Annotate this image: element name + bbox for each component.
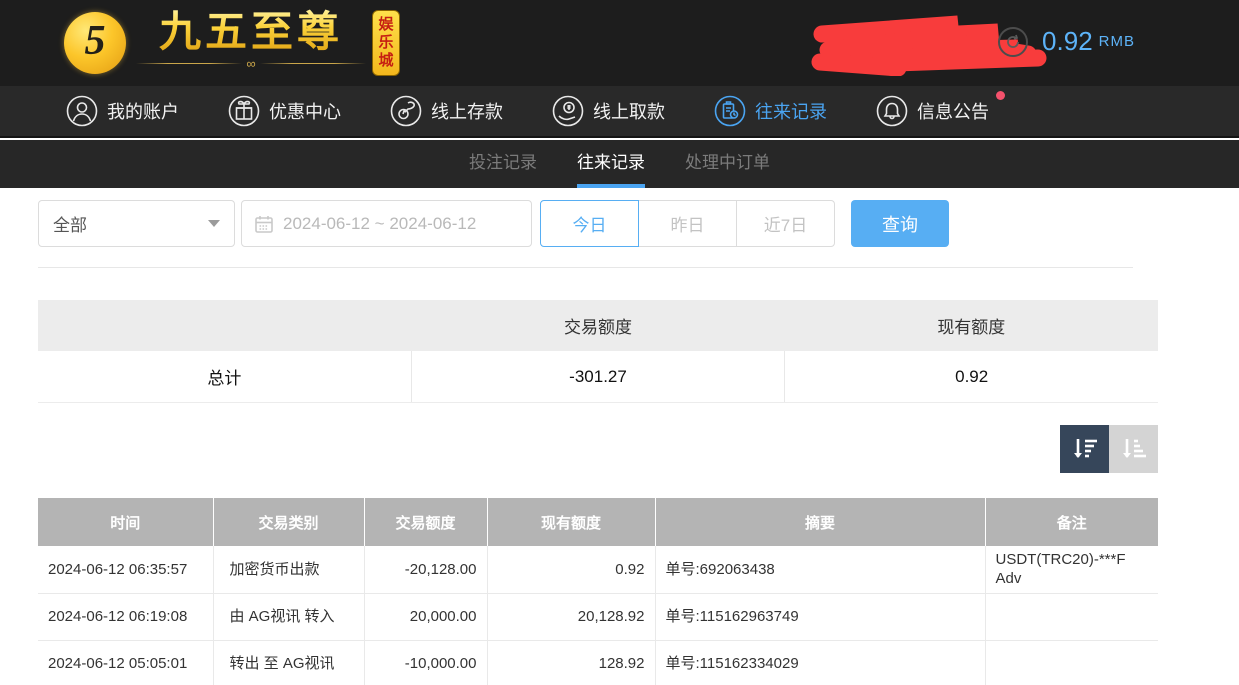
withdraw-icon (552, 95, 584, 127)
tab-bet-records[interactable]: 投注记录 (469, 140, 537, 188)
col-header-amount: 交易额度 (364, 498, 487, 546)
brand-badge: 娱 乐 城 (372, 10, 400, 76)
summary-total-label: 总计 (38, 351, 412, 402)
sort-ascending-icon (1119, 434, 1149, 464)
date-range-picker[interactable]: 2024-06-12 ~ 2024-06-12 (241, 200, 532, 247)
brand-logo[interactable]: 5 九五至尊 ∞ 娱 乐 城 (64, 8, 400, 76)
table-row: 2024-06-12 05:05:01 转出 至 AG视讯 -10,000.00… (38, 640, 1158, 685)
summary-trade-amount: -301.27 (412, 351, 786, 402)
main-nav: 我的账户 优惠中心 线上存款 线上取款 (0, 86, 1239, 138)
cell-summary: 单号:115162334029 (655, 640, 985, 685)
nav-item-withdraw[interactable]: 线上取款 (552, 95, 665, 127)
type-select[interactable]: 全部 (38, 200, 235, 247)
cell-remark (985, 593, 1158, 640)
user-icon (66, 95, 98, 127)
tab-pending-orders[interactable]: 处理中订单 (685, 140, 770, 188)
divider (38, 267, 1133, 268)
date-range-value: 2024-06-12 ~ 2024-06-12 (283, 214, 476, 234)
cell-time: 2024-06-12 06:35:57 (38, 546, 213, 593)
sort-ascending-button[interactable] (1109, 425, 1158, 473)
filter-bar: 全部 2024-06-12 ~ 2024-06-12 今日 昨日 近7日 查询 (38, 200, 949, 247)
transactions-table: 时间 交易类别 交易额度 现有额度 摘要 备注 2024-06-12 06:35… (38, 498, 1158, 685)
notification-dot (996, 91, 1005, 100)
logo-monogram-icon: 5 (64, 12, 126, 74)
cell-type: 转出 至 AG视讯 (213, 640, 364, 685)
summary-header-current-balance: 现有额度 (785, 300, 1158, 351)
cell-remark (985, 640, 1158, 685)
cell-time: 2024-06-12 05:05:01 (38, 640, 213, 685)
top-header: 5 九五至尊 ∞ 娱 乐 城 (0, 0, 1239, 86)
nav-label: 信息公告 (917, 98, 989, 124)
gift-icon (228, 95, 260, 127)
search-button[interactable]: 查询 (851, 200, 949, 247)
cell-summary: 单号:115162963749 (655, 593, 985, 640)
col-header-summary: 摘要 (655, 498, 985, 546)
balance-amount: 0.92 (1042, 26, 1093, 57)
sort-descending-button[interactable] (1060, 425, 1109, 473)
nav-label: 线上取款 (593, 98, 665, 124)
balance-display: 0.92 RMB (998, 26, 1135, 57)
cell-amount: -20,128.00 (364, 546, 487, 593)
cell-summary: 单号:692063438 (655, 546, 985, 593)
summary-header-empty (38, 300, 411, 351)
page: 5 九五至尊 ∞ 娱 乐 城 (0, 0, 1239, 685)
nav-item-promotions[interactable]: 优惠中心 (228, 95, 341, 127)
nav-item-my-account[interactable]: 我的账户 (66, 95, 179, 127)
nav-item-deposit[interactable]: 线上存款 (390, 95, 503, 127)
refresh-balance-icon[interactable] (998, 27, 1028, 57)
nav-item-announcements[interactable]: 信息公告 (876, 95, 989, 127)
col-header-type: 交易类别 (213, 498, 364, 546)
summary-current-balance: 0.92 (785, 351, 1158, 402)
logo-flourish: ∞ (136, 56, 366, 70)
record-subtabs: 投注记录 往来记录 处理中订单 (0, 140, 1239, 188)
table-row: 2024-06-12 06:19:08 由 AG视讯 转入 20,000.00 … (38, 593, 1158, 640)
summary-header-row: 交易额度 现有额度 (38, 300, 1158, 351)
col-header-remark: 备注 (985, 498, 1158, 546)
cell-amount: -10,000.00 (364, 640, 487, 685)
quick-range-7days[interactable]: 近7日 (736, 200, 835, 247)
cell-balance: 128.92 (487, 640, 655, 685)
cell-time: 2024-06-12 06:19:08 (38, 593, 213, 640)
chevron-down-icon (208, 220, 220, 227)
col-header-balance: 现有额度 (487, 498, 655, 546)
quick-range-yesterday[interactable]: 昨日 (638, 200, 737, 247)
deposit-icon (390, 95, 422, 127)
cell-amount: 20,000.00 (364, 593, 487, 640)
cell-balance: 0.92 (487, 546, 655, 593)
cell-type: 加密货币出款 (213, 546, 364, 593)
nav-label: 往来记录 (755, 98, 827, 124)
summary-table: 交易额度 现有额度 总计 -301.27 0.92 (38, 300, 1158, 403)
sort-descending-icon (1070, 434, 1100, 464)
tab-transaction-records[interactable]: 往来记录 (577, 140, 645, 188)
table-header-row: 时间 交易类别 交易额度 现有额度 摘要 备注 (38, 498, 1158, 546)
brand-name: 九五至尊 (159, 8, 343, 56)
nav-label: 优惠中心 (269, 98, 341, 124)
balance-currency: RMB (1099, 33, 1135, 50)
cell-remark: USDT(TRC20)-***F Adv (985, 546, 1158, 593)
sort-controls (1060, 425, 1158, 473)
table-row: 2024-06-12 06:35:57 加密货币出款 -20,128.00 0.… (38, 546, 1158, 593)
nav-label: 我的账户 (107, 98, 179, 124)
cell-balance: 20,128.92 (487, 593, 655, 640)
cell-type: 由 AG视讯 转入 (213, 593, 364, 640)
quick-range-group: 今日 昨日 近7日 (540, 200, 835, 247)
quick-range-today[interactable]: 今日 (540, 200, 639, 247)
type-select-value: 全部 (53, 211, 208, 236)
records-icon (714, 95, 746, 127)
summary-total-row: 总计 -301.27 0.92 (38, 351, 1158, 403)
col-header-time: 时间 (38, 498, 213, 546)
nav-label: 线上存款 (431, 98, 503, 124)
bell-icon (876, 95, 908, 127)
nav-item-transaction-records[interactable]: 往来记录 (714, 95, 827, 127)
summary-header-trade-amount: 交易额度 (411, 300, 784, 351)
calendar-icon (254, 214, 274, 234)
